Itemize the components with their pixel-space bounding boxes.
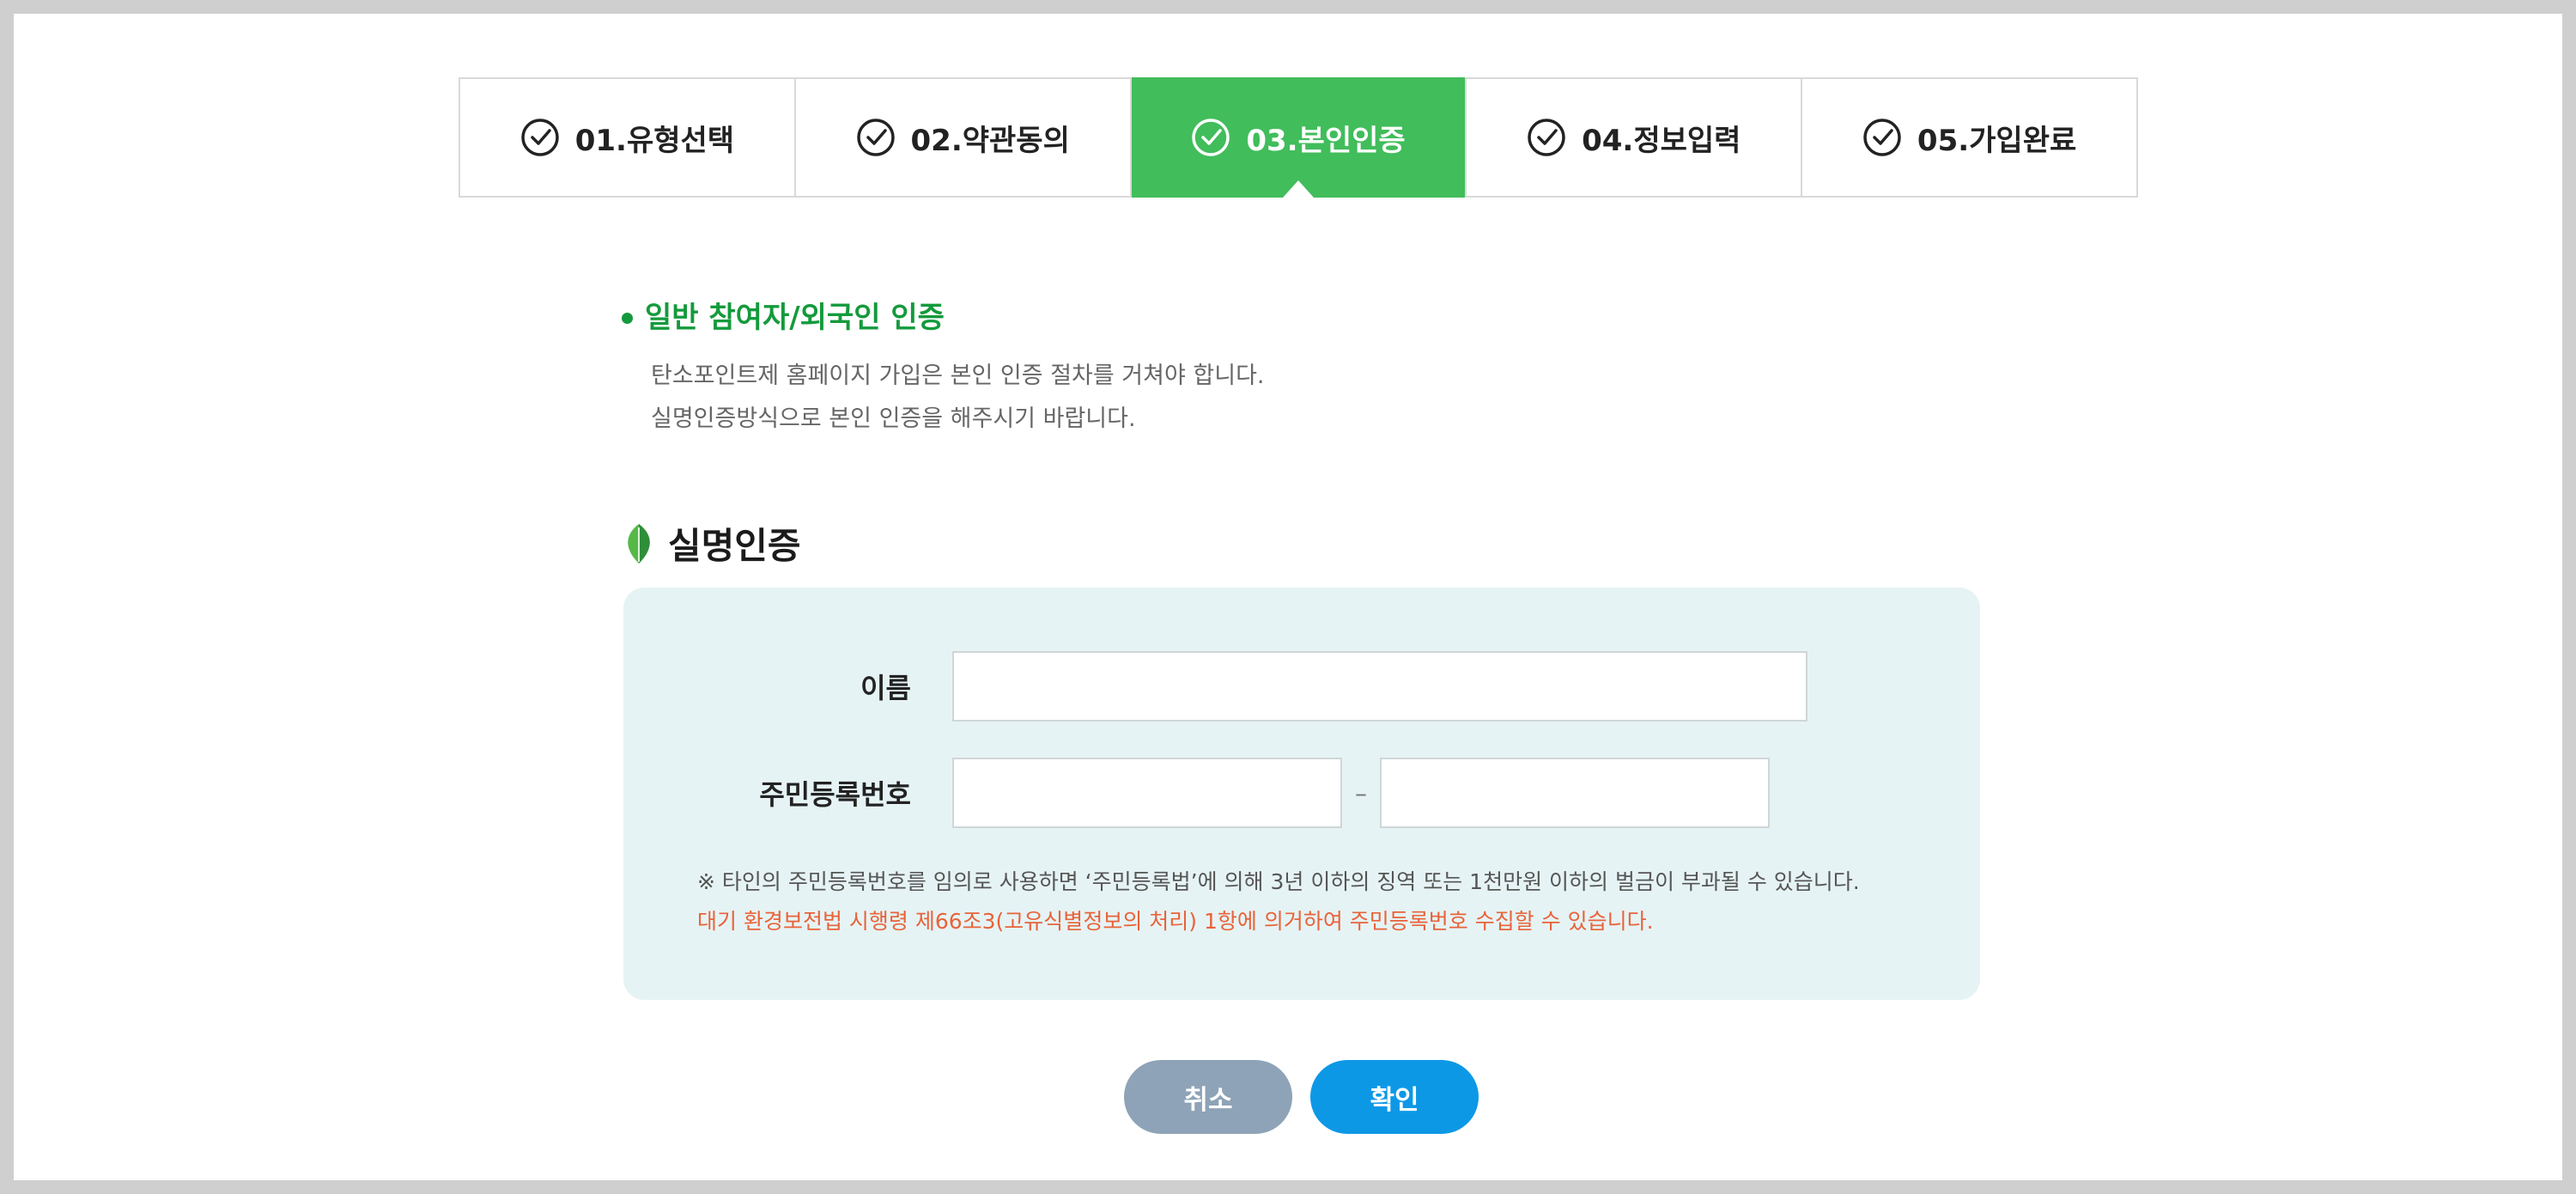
- check-circle-icon: [856, 118, 896, 157]
- rrn-label: 주민등록번호: [759, 778, 911, 811]
- step-indicator: 01.유형선택 02.약관동의 03.본인인증 04.정보입력 05.가입완료: [459, 77, 2138, 198]
- check-circle-icon: [1191, 118, 1230, 157]
- intro-line: 탄소포인트제 홈페이지 가입은 본인 인증 절차를 거쳐야 합니다.: [651, 362, 1265, 389]
- name-input[interactable]: [952, 651, 1807, 722]
- section-title: 실명인증: [668, 525, 801, 567]
- intro-section: 일반 참여자/외국인 인증 탄소포인트제 홈페이지 가입은 본인 인증 절차를 …: [622, 294, 1265, 441]
- name-label: 이름: [860, 672, 911, 704]
- cancel-button[interactable]: 취소: [1124, 1060, 1292, 1134]
- leaf-icon: [622, 522, 656, 565]
- step-label: 03.본인인증: [1246, 123, 1406, 158]
- page: 01.유형선택 02.약관동의 03.본인인증 04.정보입력 05.가입완료: [14, 14, 2562, 1180]
- rrn-separator: –: [1355, 778, 1367, 807]
- section-heading: 실명인증: [622, 517, 801, 570]
- rrn-front-input[interactable]: [952, 758, 1342, 828]
- step-identity-verify[interactable]: 03.본인인증: [1131, 77, 1467, 198]
- real-name-form: 이름 주민등록번호 – ※ 타인의 주민등록번호를 임의로 사용하면 ‘주민등록…: [623, 588, 1980, 1000]
- form-notes: ※ 타인의 주민등록번호를 임의로 사용하면 ‘주민등록법’에 의해 3년 이하…: [697, 862, 1860, 941]
- bullet-dot-icon: [622, 313, 633, 324]
- step-type-select[interactable]: 01.유형선택: [460, 79, 796, 196]
- step-join-complete[interactable]: 05.가입완료: [1802, 79, 2136, 196]
- step-label: 02.약관동의: [910, 123, 1070, 158]
- name-row: 이름: [623, 651, 1807, 722]
- step-terms-agree[interactable]: 02.약관동의: [796, 79, 1132, 196]
- intro-heading: 일반 참여자/외국인 인증: [622, 294, 1265, 336]
- check-circle-icon: [1527, 118, 1566, 157]
- intro-title: 일반 참여자/외국인 인증: [645, 301, 945, 335]
- legal-warning-note: ※ 타인의 주민등록번호를 임의로 사용하면 ‘주민등록법’에 의해 3년 이하…: [697, 869, 1860, 894]
- check-circle-icon: [1862, 118, 1902, 157]
- confirm-button[interactable]: 확인: [1310, 1060, 1479, 1134]
- rrn-row: 주민등록번호 –: [623, 758, 1770, 828]
- collection-basis-note: 대기 환경보전법 시행령 제66조3(고유식별정보의 처리) 1항에 의거하여 …: [697, 909, 1654, 934]
- step-label: 04.정보입력: [1582, 123, 1741, 158]
- rrn-back-input[interactable]: [1380, 758, 1770, 828]
- intro-line: 실명인증방식으로 본인 인증을 해주시기 바랍니다.: [651, 405, 1136, 432]
- step-label: 05.가입완료: [1917, 123, 2077, 158]
- intro-description: 탄소포인트제 홈페이지 가입은 본인 인증 절차를 거쳐야 합니다. 실명인증방…: [651, 355, 1265, 441]
- step-label: 01.유형선택: [574, 123, 735, 158]
- step-info-input[interactable]: 04.정보입력: [1467, 79, 1803, 196]
- check-circle-icon: [520, 118, 560, 157]
